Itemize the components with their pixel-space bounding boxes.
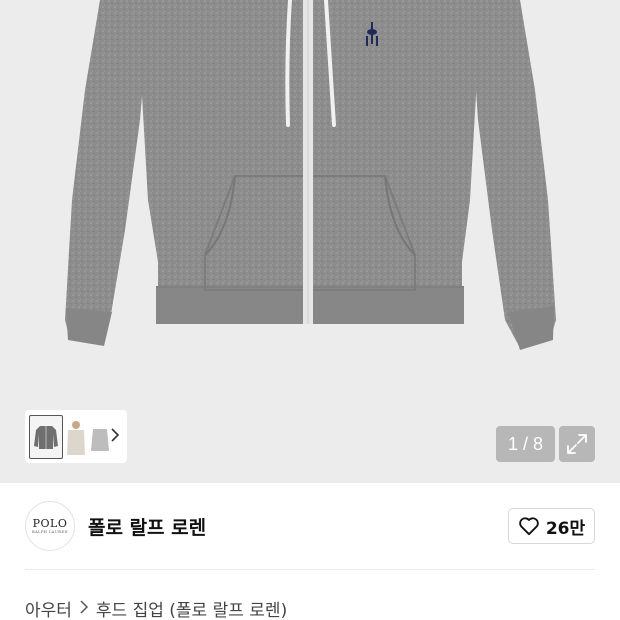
chevron-right-icon[interactable]	[111, 428, 120, 445]
chevron-right-icon	[80, 599, 88, 618]
light-gray-hoodie-thumb-icon	[91, 428, 109, 451]
thumbnail-strip	[25, 410, 127, 463]
heart-icon	[519, 517, 539, 536]
brand-row: POLO RALPH LAUREN 폴로 랄프 로렌 26만	[0, 483, 620, 569]
like-button[interactable]: 26만	[508, 508, 595, 544]
brand-logo-subtext: RALPH LAUREN	[31, 529, 69, 534]
breadcrumb: 아우터 후드 집업 (폴로 랄프 로렌)	[25, 596, 287, 620]
image-counter: 1 / 8	[496, 426, 555, 462]
expand-button[interactable]	[559, 426, 595, 462]
divider	[25, 569, 595, 570]
brand-logo-text: POLO	[32, 516, 68, 530]
brand-logo[interactable]: POLO RALPH LAUREN	[25, 501, 75, 551]
breadcrumb-subcategory[interactable]: 후드 집업 (폴로 랄프 로렌)	[96, 596, 287, 620]
expand-icon	[567, 434, 587, 454]
thumbnail-gray-hoodie[interactable]	[29, 414, 63, 459]
product-image-gallery[interactable]: 1 / 8	[0, 0, 620, 483]
like-count: 26만	[545, 518, 586, 539]
brand-name[interactable]: 폴로 랄프 로렌	[88, 513, 206, 540]
beige-hoodie-thumb-icon	[67, 420, 85, 455]
thumbnail-beige-hoodie[interactable]	[63, 417, 89, 457]
gray-hoodie-thumb-icon	[34, 425, 58, 449]
breadcrumb-category[interactable]: 아우터	[25, 596, 72, 620]
